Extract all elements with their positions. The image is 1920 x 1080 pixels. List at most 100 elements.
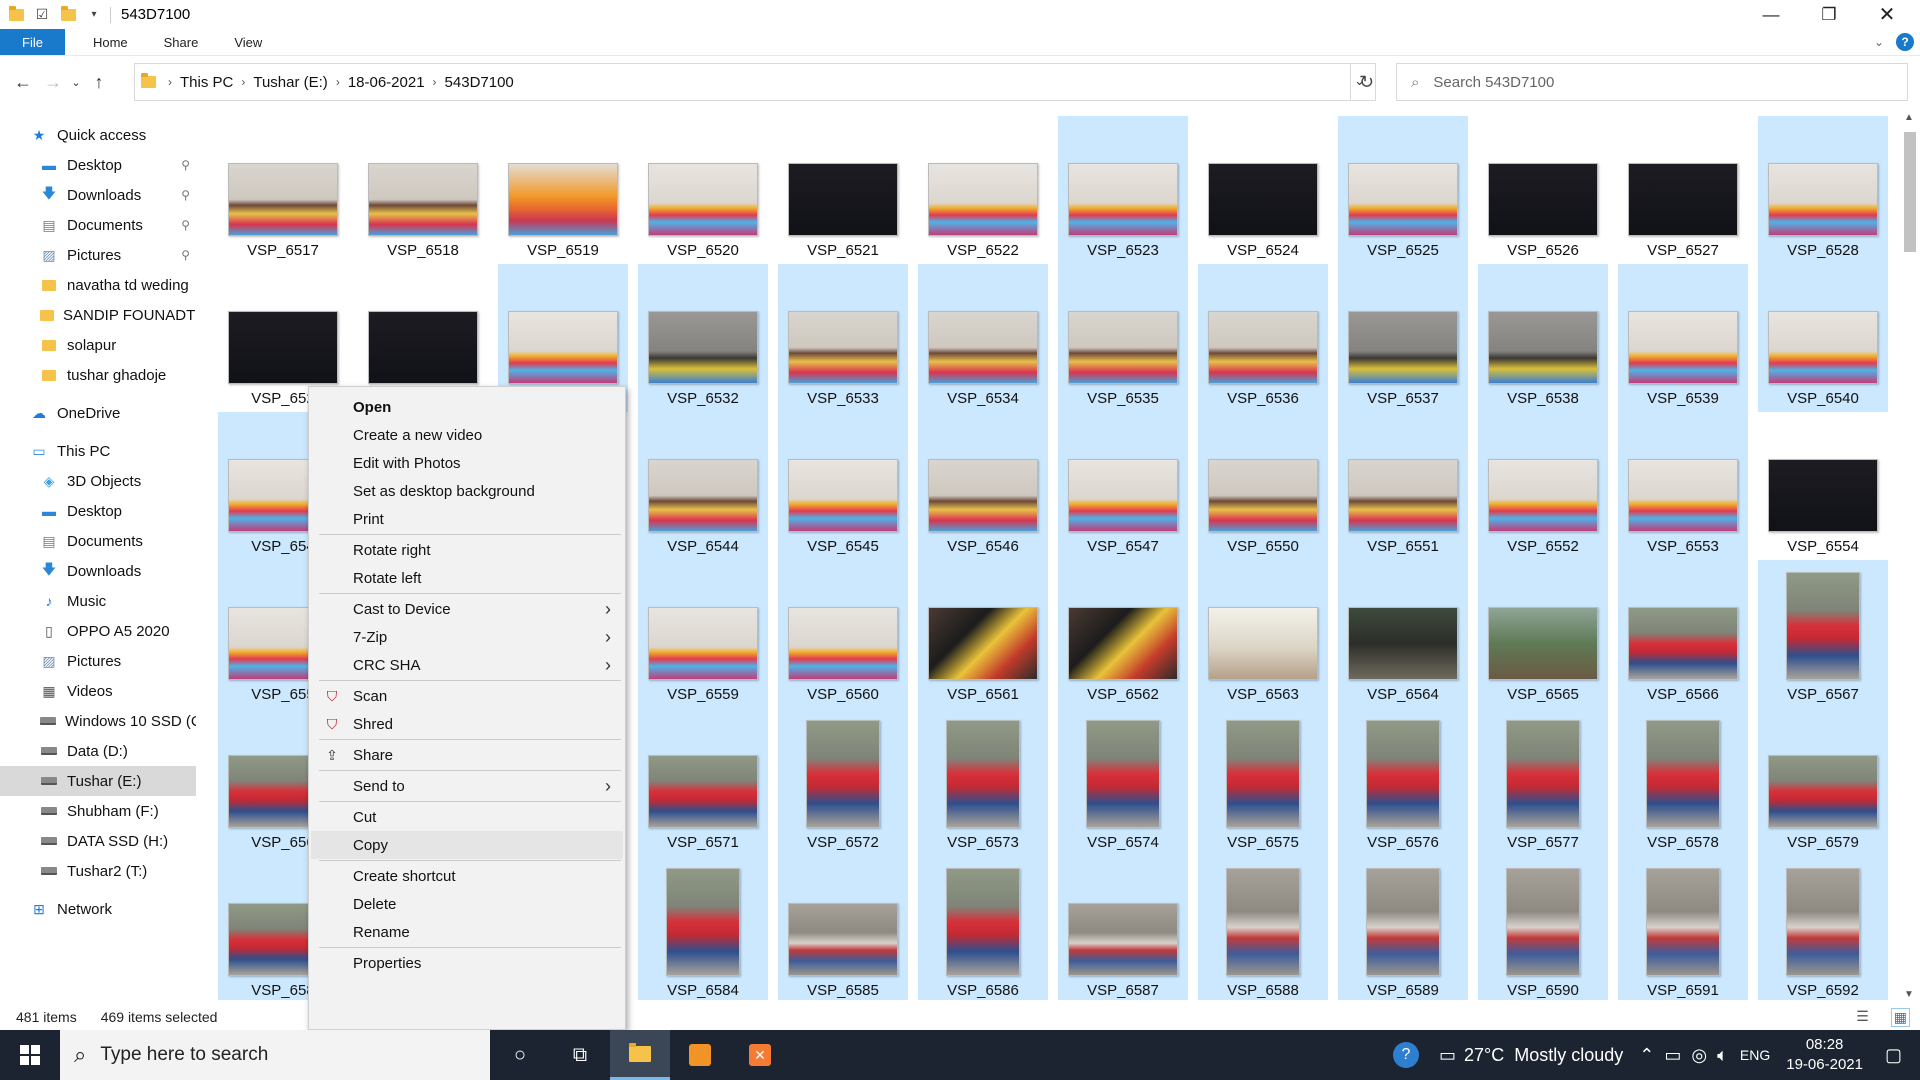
sublime-text-icon[interactable] [670, 1030, 730, 1080]
file-tile[interactable]: VSP_6579 [1758, 708, 1888, 856]
file-tile[interactable]: VSP_6584 [638, 856, 768, 1000]
file-tile[interactable]: VSP_6535 [1058, 264, 1188, 412]
menu-item-cast-to-device[interactable]: Cast to Device › [311, 595, 623, 623]
file-tile[interactable]: VSP_6592 [1758, 856, 1888, 1000]
file-tile[interactable]: VSP_6561 [918, 560, 1048, 708]
menu-item-properties[interactable]: Properties [311, 949, 623, 977]
help-tips-icon[interactable]: ? [1392, 1042, 1419, 1068]
menu-item-scan[interactable]: ⛉ Scan [311, 682, 623, 710]
restore-button[interactable]: ❐ [1800, 0, 1858, 29]
file-tile[interactable]: VSP_6588 [1198, 856, 1328, 1000]
breadcrumb-chevron-icon[interactable]: › [429, 75, 441, 89]
details-view-icon[interactable]: ☰ [1856, 1008, 1869, 1027]
sidebar-item-3[interactable]: ▤ Documents ⚲ [0, 210, 196, 240]
vertical-scrollbar[interactable]: ▲ ▼ [1900, 112, 1920, 1000]
menu-item-share[interactable]: ⇪ Share [311, 741, 623, 769]
file-tile[interactable]: VSP_6566 [1618, 560, 1748, 708]
breadcrumb-chevron-icon[interactable]: › [332, 75, 344, 89]
close-button[interactable]: ✕ [1858, 0, 1916, 29]
file-tile[interactable]: VSP_6524 [1198, 116, 1328, 264]
refresh-icon[interactable]: ↻ [1350, 63, 1382, 101]
file-tile[interactable]: VSP_6577 [1478, 708, 1608, 856]
start-button[interactable] [0, 1030, 60, 1080]
file-tile[interactable]: VSP_6525 [1338, 116, 1468, 264]
sidebar-item-25[interactable]: ⊞ Network [0, 894, 196, 924]
file-tile[interactable]: VSP_6587 [1058, 856, 1188, 1000]
file-tile[interactable]: VSP_6545 [778, 412, 908, 560]
large-icons-view-icon[interactable]: ▦ [1890, 1007, 1910, 1027]
scroll-down-icon[interactable]: ▼ [1904, 989, 1914, 1000]
file-tile[interactable]: VSP_6578 [1618, 708, 1748, 856]
file-tile[interactable]: VSP_6536 [1198, 264, 1328, 412]
search-input[interactable]: Search 543D7100 [1433, 74, 1554, 91]
sidebar-item-14[interactable]: 🡇 Downloads [0, 556, 196, 586]
up-arrow-icon[interactable]: ↑ [84, 68, 114, 98]
sidebar-item-18[interactable]: ▦ Videos [0, 676, 196, 706]
menu-item-print[interactable]: Print [311, 505, 623, 533]
file-tile[interactable]: VSP_6590 [1478, 856, 1608, 1000]
sidebar-item-8[interactable]: tushar ghadoje [0, 360, 196, 390]
tab-file[interactable]: File [0, 29, 65, 55]
file-tile[interactable]: VSP_6574 [1058, 708, 1188, 856]
task-view-icon[interactable]: ⧉ [550, 1030, 610, 1080]
sidebar-item-10[interactable]: ▭ This PC [0, 436, 196, 466]
file-tile[interactable]: VSP_6562 [1058, 560, 1188, 708]
menu-item-shred[interactable]: ⛉ Shred [311, 710, 623, 738]
sidebar-item-11[interactable]: ◈ 3D Objects [0, 466, 196, 496]
file-tile[interactable]: VSP_6567 [1758, 560, 1888, 708]
sidebar-item-4[interactable]: ▨ Pictures ⚲ [0, 240, 196, 270]
sidebar-item-6[interactable]: SANDIP FOUNADTI( [0, 300, 196, 330]
sidebar-item-23[interactable]: DATA SSD (H:) [0, 826, 196, 856]
help-icon[interactable]: ? [1896, 33, 1914, 51]
file-tile[interactable]: VSP_6527 [1618, 116, 1748, 264]
file-tile[interactable]: VSP_6559 [638, 560, 768, 708]
file-tile[interactable]: VSP_6560 [778, 560, 908, 708]
sidebar-item-16[interactable]: ▯ OPPO A5 2020 [0, 616, 196, 646]
weather-icon[interactable]: ▭ [1439, 1045, 1456, 1066]
file-tile[interactable]: VSP_6586 [918, 856, 1048, 1000]
file-tile[interactable]: VSP_6565 [1478, 560, 1608, 708]
file-tile[interactable]: VSP_6576 [1338, 708, 1468, 856]
sidebar-item-7[interactable]: solapur [0, 330, 196, 360]
properties-checkbox-icon[interactable]: ☑ [32, 6, 52, 24]
file-tile[interactable]: VSP_6571 [638, 708, 768, 856]
globe-network-icon[interactable]: ◎ [1691, 1045, 1707, 1066]
xampp-icon[interactable]: ✕ [730, 1030, 790, 1080]
sidebar-item-12[interactable]: ▬ Desktop [0, 496, 196, 526]
sidebar-item-5[interactable]: navatha td weding [0, 270, 196, 300]
file-tile[interactable]: VSP_6528 [1758, 116, 1888, 264]
tab-home[interactable]: Home [75, 29, 146, 55]
file-tile[interactable]: VSP_6575 [1198, 708, 1328, 856]
file-tile[interactable]: VSP_6519 [498, 116, 628, 264]
file-tile[interactable]: VSP_6544 [638, 412, 768, 560]
breadcrumb-current-folder[interactable]: 543D7100 [441, 74, 518, 91]
file-tile[interactable]: VSP_6553 [1618, 412, 1748, 560]
menu-item-send-to[interactable]: Send to › [311, 772, 623, 800]
tab-view[interactable]: View [216, 29, 280, 55]
taskbar-search-input[interactable]: Type here to search [100, 1044, 268, 1066]
address-bar[interactable]: › This PC › Tushar (E:) › 18-06-2021 › 5… [134, 63, 1376, 101]
file-tile[interactable]: VSP_6546 [918, 412, 1048, 560]
file-tile[interactable]: VSP_6537 [1338, 264, 1468, 412]
sidebar-item-9[interactable]: ☁ OneDrive [0, 398, 196, 428]
file-tile[interactable]: VSP_6563 [1198, 560, 1328, 708]
file-tile[interactable]: VSP_6550 [1198, 412, 1328, 560]
menu-item-delete[interactable]: Delete [311, 890, 623, 918]
breadcrumb-chevron-icon[interactable]: › [164, 75, 176, 89]
file-tile[interactable]: VSP_6589 [1338, 856, 1468, 1000]
sidebar-item-2[interactable]: 🡇 Downloads ⚲ [0, 180, 196, 210]
sidebar-item-22[interactable]: Shubham (F:) [0, 796, 196, 826]
sidebar-item-20[interactable]: Data (D:) [0, 736, 196, 766]
sidebar-item-19[interactable]: Windows 10 SSD (C [0, 706, 196, 736]
menu-item-create-a-new-video[interactable]: Create a new video [311, 421, 623, 449]
sidebar-item-17[interactable]: ▨ Pictures [0, 646, 196, 676]
sidebar-item-21[interactable]: Tushar (E:) [0, 766, 196, 796]
show-hidden-icons-icon[interactable]: ⌃ [1639, 1045, 1654, 1066]
menu-item-rotate-left[interactable]: Rotate left [311, 564, 623, 592]
file-tile[interactable]: VSP_6585 [778, 856, 908, 1000]
battery-icon[interactable]: ▭ [1664, 1045, 1681, 1066]
file-tile[interactable]: VSP_6554 [1758, 412, 1888, 560]
file-tile[interactable]: VSP_6521 [778, 116, 908, 264]
file-tile[interactable]: VSP_6534 [918, 264, 1048, 412]
menu-item-7-zip[interactable]: 7-Zip › [311, 623, 623, 651]
